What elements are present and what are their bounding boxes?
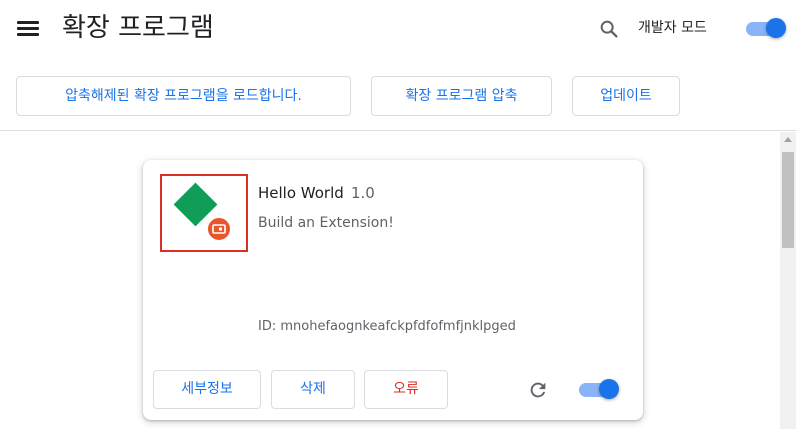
extension-enable-toggle[interactable]: [579, 379, 619, 401]
top-bar: 확장 프로그램 개발자 모드: [0, 0, 796, 60]
dev-mode-label: 개발자 모드: [638, 20, 707, 36]
scrollbar[interactable]: [780, 132, 796, 429]
extension-description: Build an Extension!: [258, 215, 394, 231]
details-button[interactable]: 세부정보: [153, 370, 261, 409]
extension-card: Hello World 1.0 Build an Extension! ID: …: [143, 160, 643, 420]
scroll-thumb[interactable]: [782, 152, 794, 248]
pack-extension-button[interactable]: 확장 프로그램 압축: [371, 76, 552, 116]
extension-icon-frame: [160, 174, 248, 252]
errors-button[interactable]: 오류: [364, 370, 448, 409]
remove-button[interactable]: 삭제: [271, 370, 355, 409]
load-unpacked-button[interactable]: 압축해제된 확장 프로그램을 로드합니다.: [16, 76, 351, 116]
update-button[interactable]: 업데이트: [572, 76, 680, 116]
search-icon[interactable]: [598, 18, 620, 40]
menu-icon[interactable]: [17, 19, 39, 37]
unpacked-badge-icon: [206, 216, 232, 242]
extension-id: ID: mnohefaognkeafckpfdfofmfjnklpged: [258, 319, 516, 334]
action-bar: 압축해제된 확장 프로그램을 로드합니다. 확장 프로그램 압축 업데이트: [0, 60, 796, 131]
reload-icon[interactable]: [527, 379, 549, 401]
extension-name: Hello World: [258, 184, 344, 202]
page-title: 확장 프로그램: [62, 13, 214, 43]
scroll-up-icon[interactable]: [784, 137, 792, 142]
extensions-list: Hello World 1.0 Build an Extension! ID: …: [0, 132, 780, 429]
dev-mode-toggle[interactable]: [746, 18, 786, 40]
extension-version: 1.0: [351, 184, 375, 202]
